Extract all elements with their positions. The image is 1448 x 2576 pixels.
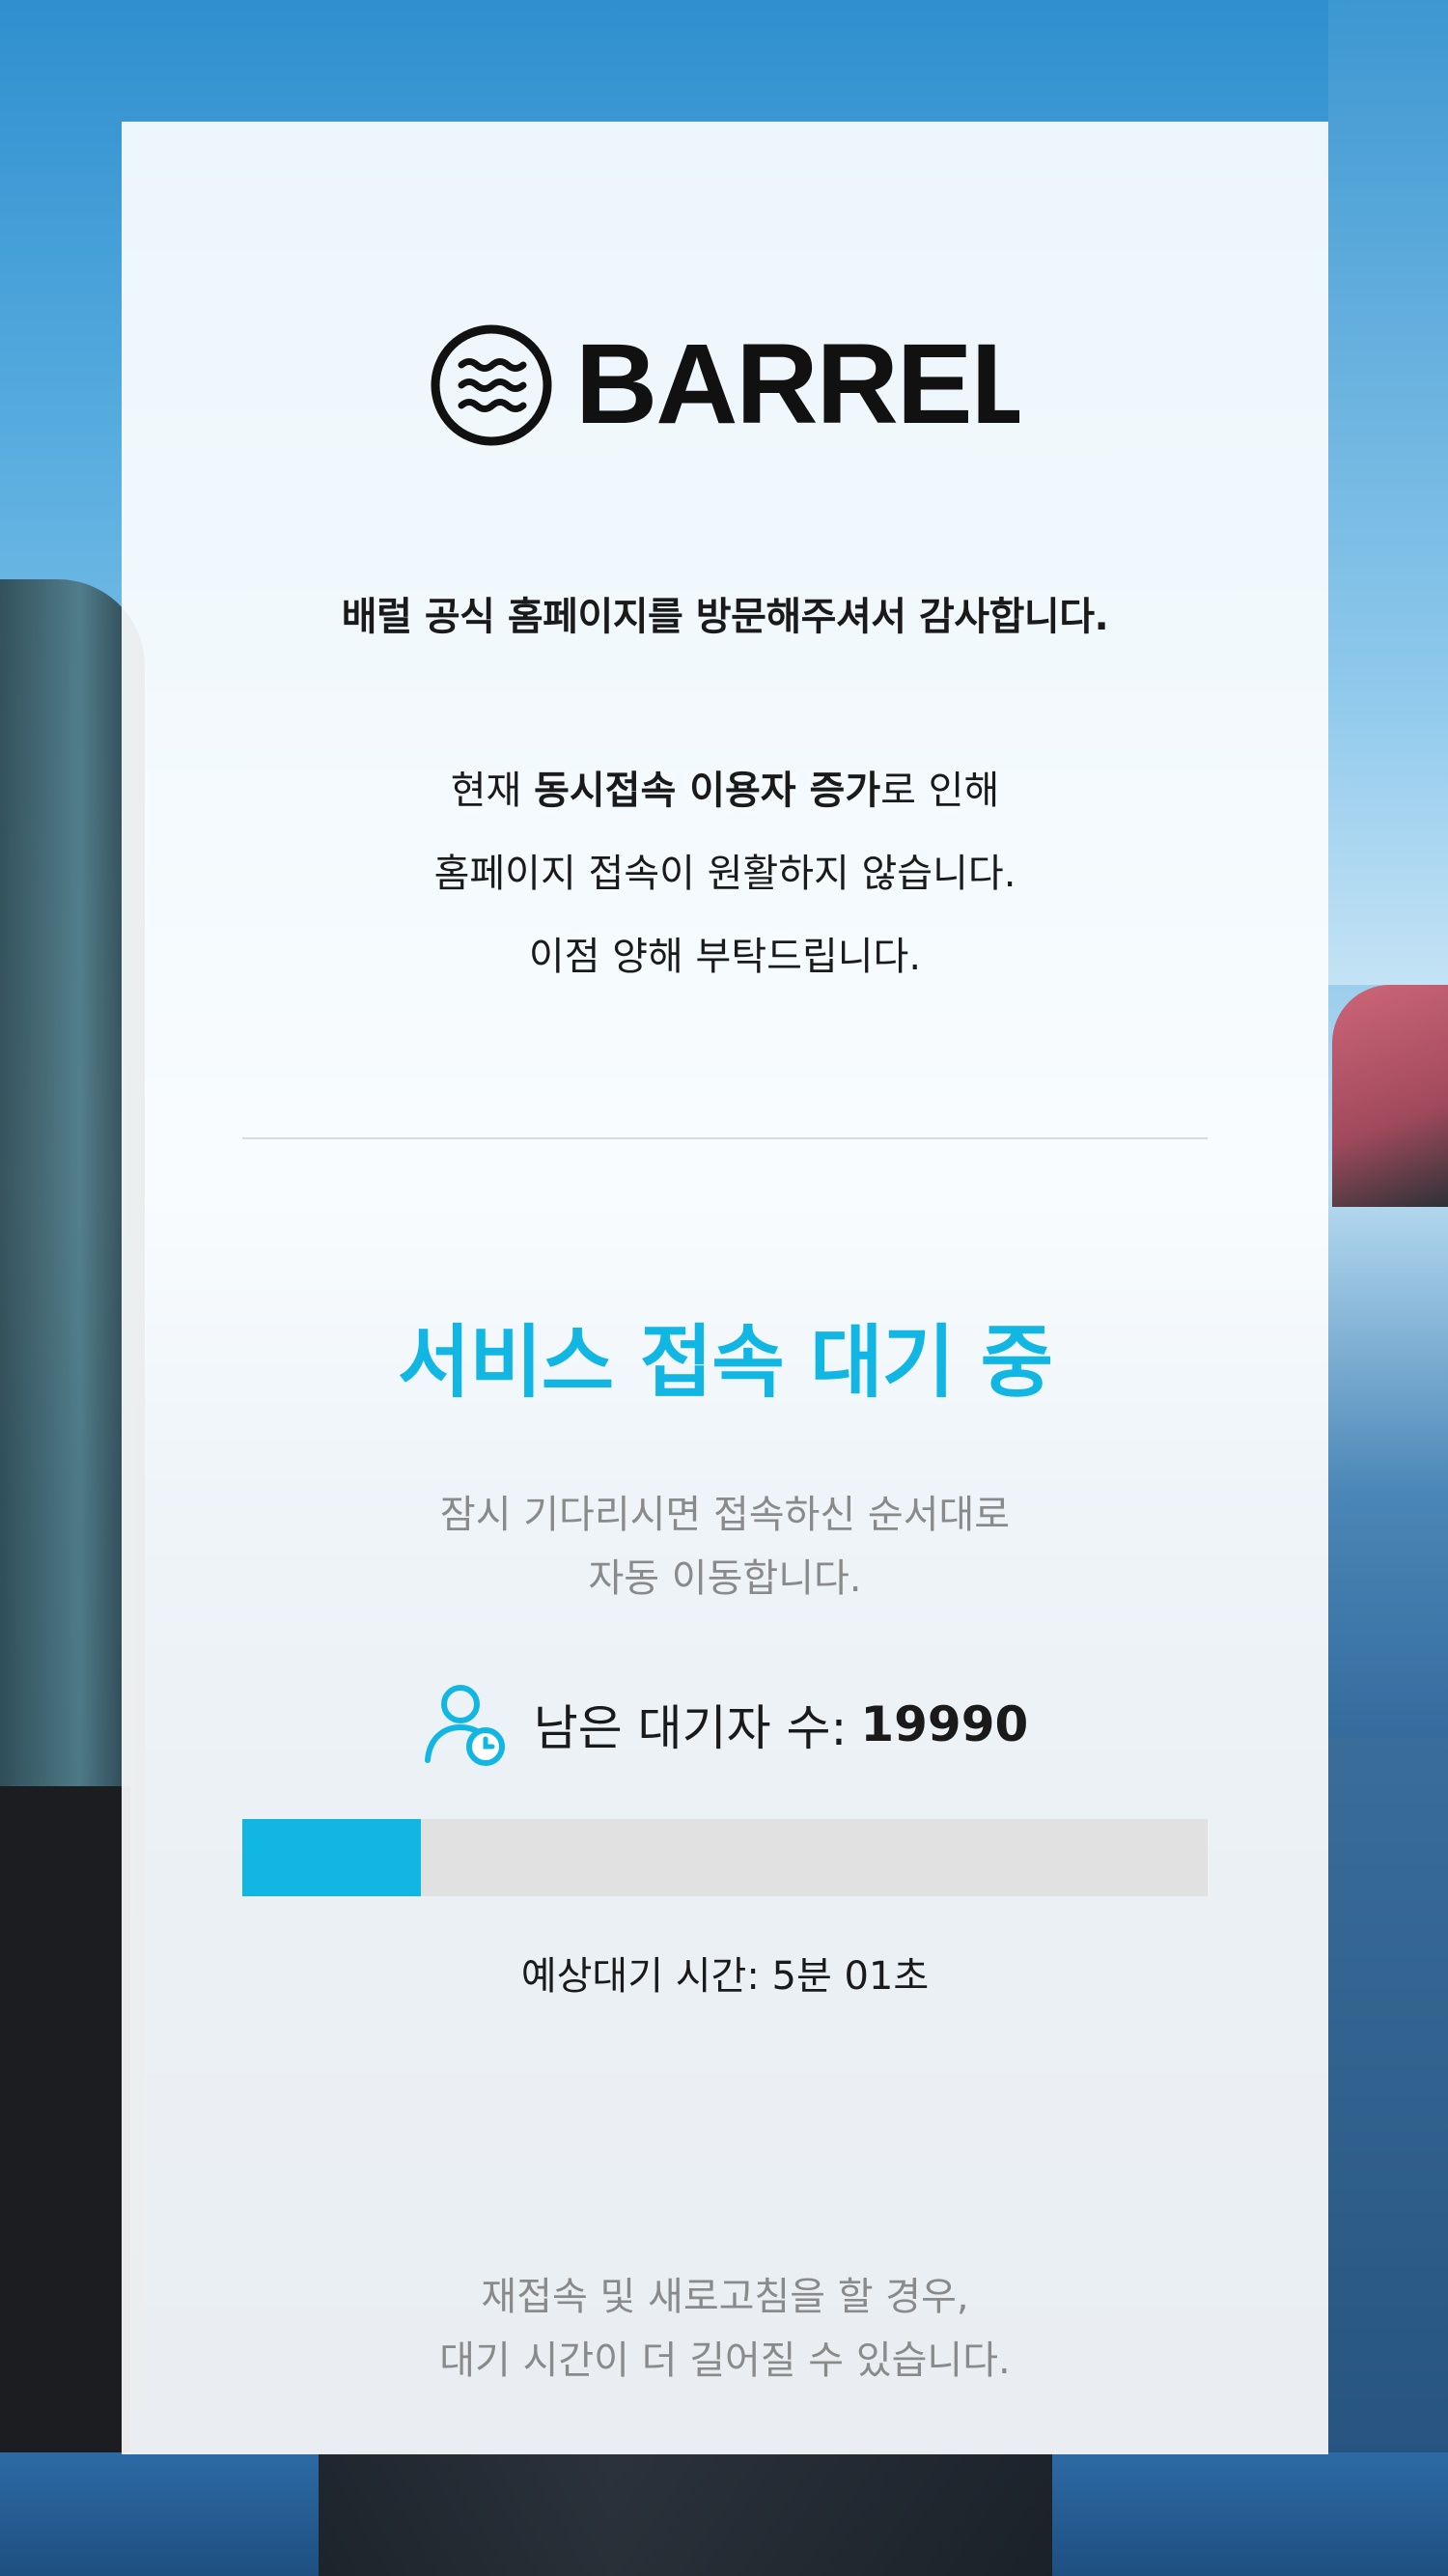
remaining-count: 19990	[860, 1696, 1029, 1752]
notice-message: 현재 동시접속 이용자 증가로 인해 홈페이지 접속이 원활하지 않습니다. 이…	[122, 749, 1328, 998]
thanks-message: 배럴 공식 홈페이지를 방문해주셔서 감사합니다.	[341, 595, 1109, 639]
waiting-title: 서비스 접속 대기 중	[397, 1317, 1053, 1409]
brand-logo: BARREL	[122, 318, 1328, 453]
waiting-desc-line-2: 자동 이동합니다.	[588, 1556, 862, 1601]
waiting-desc-line-1: 잠시 기다리시면 접속하신 순서대로	[439, 1493, 1011, 1537]
notice-line-1: 현재 동시접속 이용자 증가로 인해	[122, 749, 1328, 832]
warning-line-2: 대기 시간이 더 길어질 수 있습니다.	[439, 2338, 1011, 2383]
notice-highlight: 동시접속 이용자 증가	[534, 769, 881, 813]
notice-line-2: 홈페이지 접속이 원활하지 않습니다.	[433, 852, 1016, 896]
waiting-room-card: BARREL 배럴 공식 홈페이지를 방문해주셔서 감사합니다. 현재 동시접속…	[122, 122, 1328, 2454]
notice-line-3: 이점 양해 부탁드립니다.	[528, 935, 922, 979]
estimated-wait-time: 예상대기 시간: 5분 01초	[520, 1954, 930, 1999]
queue-progress-fill	[242, 1819, 421, 1896]
background-sea	[1328, 1738, 1448, 2576]
divider	[242, 1137, 1208, 1139]
user-clock-icon	[422, 1681, 509, 1768]
background-arm	[1332, 985, 1448, 1207]
notice-prefix: 현재	[450, 769, 535, 813]
remaining-waiters: 남은 대기자 수: 19990	[122, 1676, 1328, 1773]
remaining-label: 남은 대기자 수:	[533, 1700, 848, 1756]
background-legs	[319, 2452, 1052, 2576]
queue-progress-bar	[242, 1819, 1208, 1896]
waiting-description: 잠시 기다리시면 접속하신 순서대로 자동 이동합니다.	[122, 1483, 1328, 1610]
background-sky	[1328, 0, 1448, 985]
warning-line-1: 재접속 및 새로고침을 할 경우,	[481, 2275, 969, 2319]
refresh-warning: 재접속 및 새로고침을 할 경우, 대기 시간이 더 길어질 수 있습니다.	[122, 2265, 1328, 2393]
brand-name: BARREL	[575, 322, 1019, 448]
notice-suffix: 로 인해	[880, 769, 1000, 813]
wave-circle-icon: BARREL	[431, 322, 1019, 448]
